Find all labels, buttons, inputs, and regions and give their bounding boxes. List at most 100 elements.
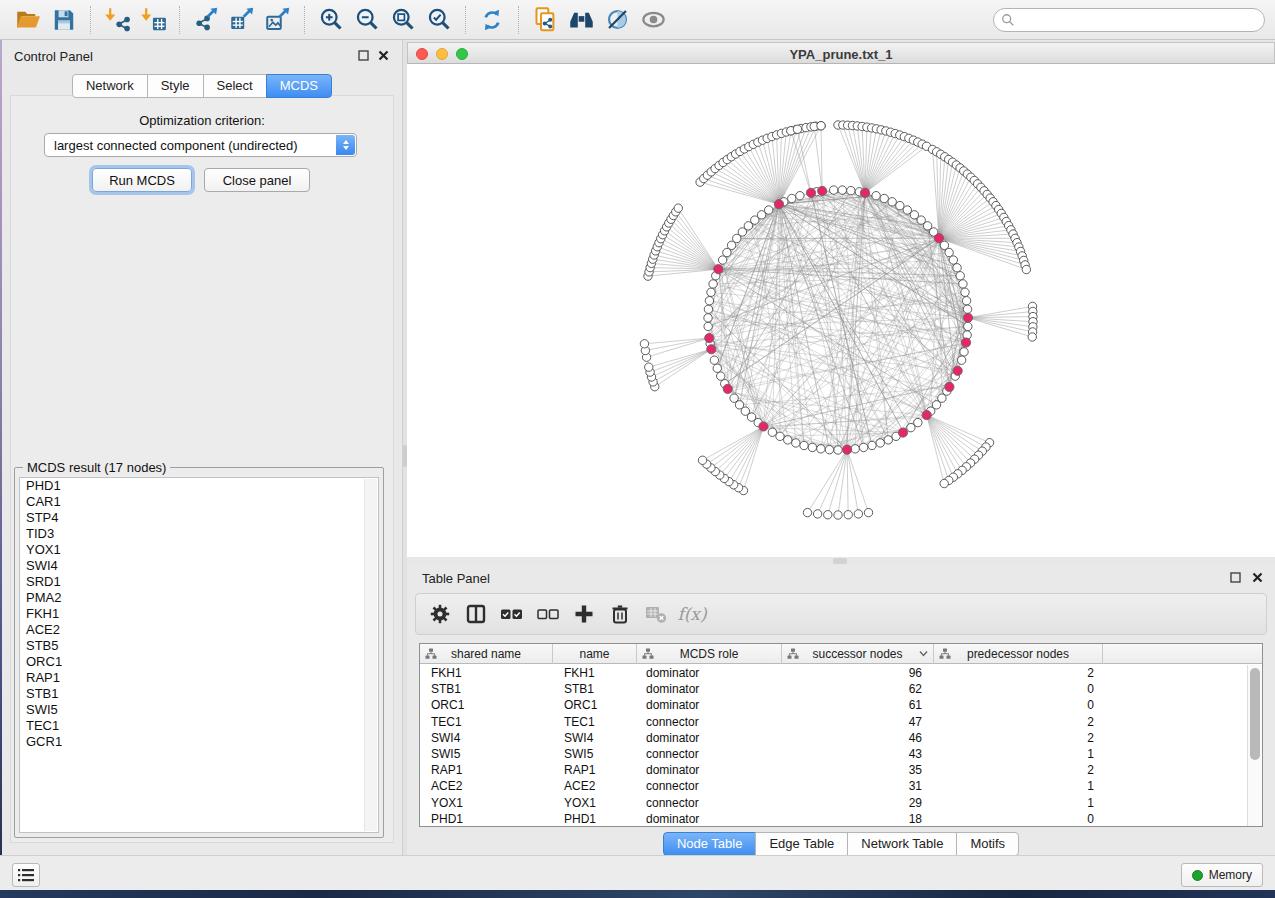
import-table-icon[interactable]: [138, 5, 168, 35]
show-hide-icon[interactable]: [638, 5, 668, 35]
mcds-result-item[interactable]: GCR1: [20, 734, 378, 750]
tab-style[interactable]: Style: [147, 74, 204, 98]
column-header-MCDS-role[interactable]: MCDS role: [637, 644, 782, 664]
search-icon: [1001, 13, 1015, 27]
column-header-shared-name[interactable]: shared name: [420, 644, 553, 664]
copy-network-icon[interactable]: [530, 5, 560, 35]
tab-mcds[interactable]: MCDS: [266, 74, 332, 98]
zoom-in-icon[interactable]: [316, 5, 346, 35]
open-icon[interactable]: [13, 5, 43, 35]
cell-name: ACE2: [553, 778, 637, 794]
mcds-result-item[interactable]: PMA2: [20, 590, 378, 606]
export-table-icon[interactable]: [227, 5, 257, 35]
zoom-fit-icon[interactable]: [388, 5, 418, 35]
graphics-details-icon[interactable]: [602, 5, 632, 35]
panel-divider-horizontal[interactable]: [407, 557, 1275, 565]
column-header-predecessor-nodes[interactable]: predecessor nodes: [934, 644, 1103, 664]
network-titlebar[interactable]: YPA_prune.txt_1: [407, 42, 1275, 64]
cell-MCDS-role: dominator: [637, 762, 782, 778]
mcds-result-item[interactable]: SRD1: [20, 574, 378, 590]
table-float-icon[interactable]: [1230, 572, 1241, 583]
mcds-result-item[interactable]: TEC1: [20, 718, 378, 734]
mcds-result-item[interactable]: PHD1: [20, 478, 378, 494]
export-network-icon[interactable]: [191, 5, 221, 35]
cell-predecessor-nodes: 2: [934, 714, 1103, 730]
table-settings-icon[interactable]: [422, 599, 458, 629]
table-tab-motifs[interactable]: Motifs: [956, 832, 1019, 856]
cell-MCDS-role: connector: [637, 778, 782, 794]
result-scrollbar[interactable]: [364, 479, 377, 831]
mcds-result-item[interactable]: STP4: [20, 510, 378, 526]
table-row[interactable]: RAP1RAP1dominator352: [420, 762, 1247, 778]
tab-select[interactable]: Select: [203, 74, 267, 98]
close-panel-button[interactable]: Close panel: [204, 168, 310, 192]
mcds-result-item[interactable]: ACE2: [20, 622, 378, 638]
delete-table-icon[interactable]: [638, 599, 674, 629]
task-history-button[interactable]: [12, 863, 40, 887]
tab-network[interactable]: Network: [72, 74, 148, 98]
cell-successor-nodes: 47: [782, 714, 934, 730]
table-scrollbar-thumb[interactable]: [1250, 668, 1260, 760]
memory-button[interactable]: Memory: [1181, 863, 1263, 887]
table-row[interactable]: TEC1TEC1connector472: [420, 714, 1247, 730]
mcds-result-item[interactable]: TID3: [20, 526, 378, 542]
table-row[interactable]: ACE2ACE2connector311: [420, 778, 1247, 794]
table-row[interactable]: YOX1YOX1connector291: [420, 795, 1247, 811]
zoom-out-icon[interactable]: [352, 5, 382, 35]
float-icon[interactable]: [358, 50, 369, 61]
memory-label: Memory: [1209, 868, 1252, 882]
table-row[interactable]: PHD1PHD1dominator180: [420, 811, 1247, 827]
table-tab-network-table[interactable]: Network Table: [847, 832, 957, 856]
table-tab-edge-table[interactable]: Edge Table: [755, 832, 848, 856]
network-view[interactable]: [407, 64, 1275, 557]
mcds-result-item[interactable]: CAR1: [20, 494, 378, 510]
search-box[interactable]: [993, 8, 1265, 32]
cell-MCDS-role: dominator: [637, 811, 782, 827]
network-analyzer-icon[interactable]: [566, 5, 596, 35]
column-header-successor-nodes[interactable]: successor nodes: [782, 644, 934, 664]
add-column-icon[interactable]: [566, 599, 602, 629]
mcds-result-item[interactable]: RAP1: [20, 670, 378, 686]
unselect-all-icon[interactable]: [530, 599, 566, 629]
table-scrollbar[interactable]: [1247, 665, 1262, 826]
mcds-result-item[interactable]: STB5: [20, 638, 378, 654]
table-tabs: Node TableEdge TableNetwork TableMotifs: [407, 832, 1275, 856]
mcds-result-title: MCDS result (17 nodes): [23, 460, 170, 475]
table-row[interactable]: SWI4SWI4dominator462: [420, 730, 1247, 746]
column-header-name[interactable]: name: [553, 644, 637, 664]
cell-predecessor-nodes: 2: [934, 665, 1103, 681]
mcds-result-item[interactable]: SWI5: [20, 702, 378, 718]
run-mcds-button[interactable]: Run MCDS: [92, 168, 192, 192]
import-network-icon[interactable]: [102, 5, 132, 35]
cell-successor-nodes: 43: [782, 746, 934, 762]
select-all-icon[interactable]: [494, 599, 530, 629]
delete-column-icon[interactable]: [602, 599, 638, 629]
search-input[interactable]: [1015, 13, 1257, 27]
refresh-icon[interactable]: [477, 5, 507, 35]
save-icon[interactable]: [49, 5, 79, 35]
cell-MCDS-role: dominator: [637, 665, 782, 681]
optimization-label: Optimization criterion:: [11, 113, 393, 128]
zoom-selected-icon[interactable]: [424, 5, 454, 35]
mcds-result-item[interactable]: YOX1: [20, 542, 378, 558]
table-tab-node-table[interactable]: Node Table: [663, 832, 757, 856]
mcds-result-list[interactable]: PHD1CAR1STP4TID3YOX1SWI4SRD1PMA2FKH1ACE2…: [19, 477, 379, 833]
mcds-result-item[interactable]: SWI4: [20, 558, 378, 574]
mcds-result-item[interactable]: ORC1: [20, 654, 378, 670]
function-builder-icon[interactable]: f(x): [674, 599, 710, 629]
cell-name: YOX1: [553, 795, 637, 811]
cell-name: FKH1: [553, 665, 637, 681]
export-image-icon[interactable]: [263, 5, 293, 35]
table-row[interactable]: SWI5SWI5connector431: [420, 746, 1247, 762]
table-row[interactable]: STB1STB1dominator620: [420, 681, 1247, 697]
optimization-select[interactable]: largest connected component (undirected): [44, 133, 357, 157]
table-close-icon[interactable]: [1252, 572, 1263, 583]
close-icon[interactable]: [378, 50, 389, 61]
cell-successor-nodes: 31: [782, 778, 934, 794]
table-row[interactable]: ORC1ORC1dominator610: [420, 697, 1247, 713]
show-column-icon[interactable]: [458, 599, 494, 629]
mcds-result-item[interactable]: STB1: [20, 686, 378, 702]
table-row[interactable]: FKH1FKH1dominator962: [420, 665, 1247, 681]
cell-shared-name: SWI4: [420, 730, 553, 746]
mcds-result-item[interactable]: FKH1: [20, 606, 378, 622]
